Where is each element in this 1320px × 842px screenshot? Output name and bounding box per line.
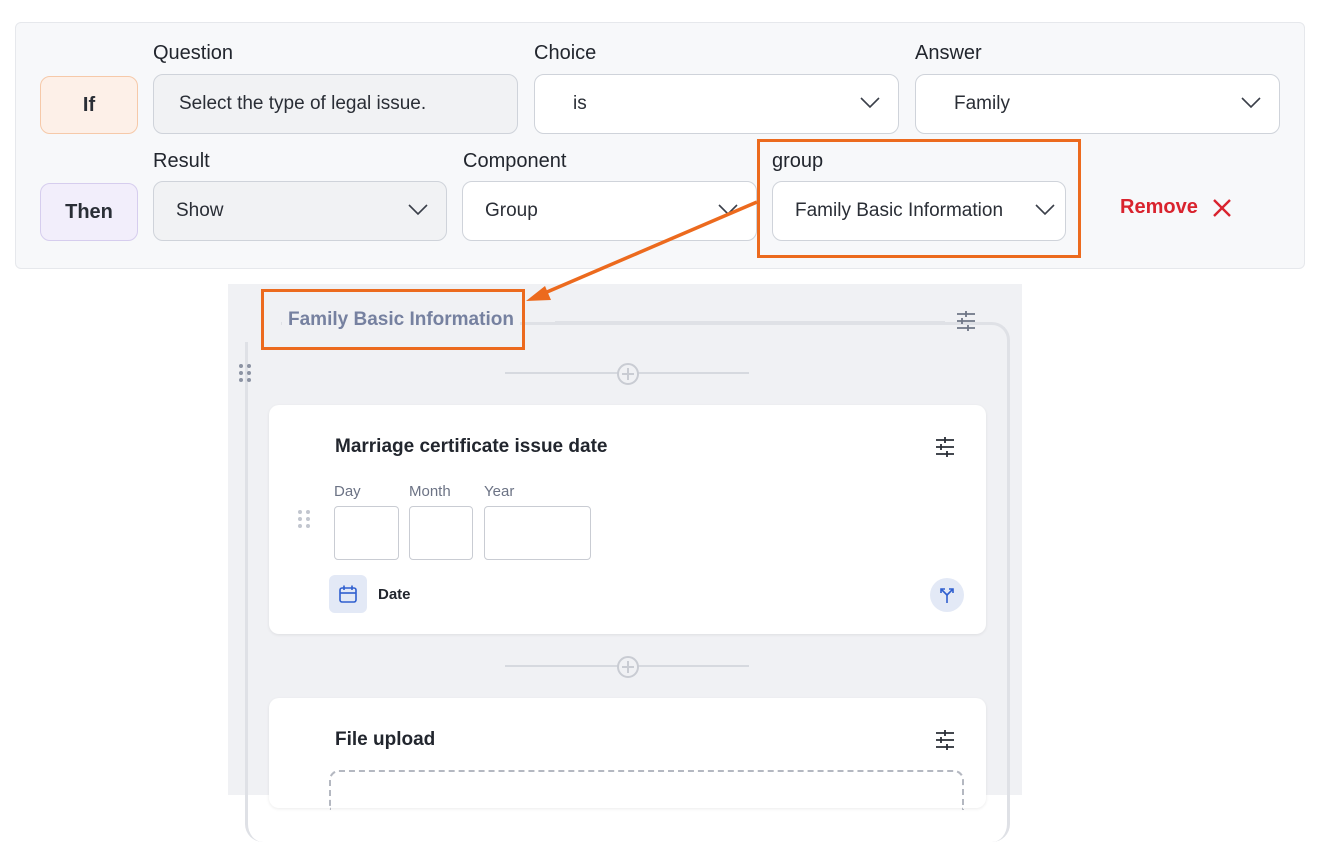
annotation-arrow <box>526 200 758 301</box>
